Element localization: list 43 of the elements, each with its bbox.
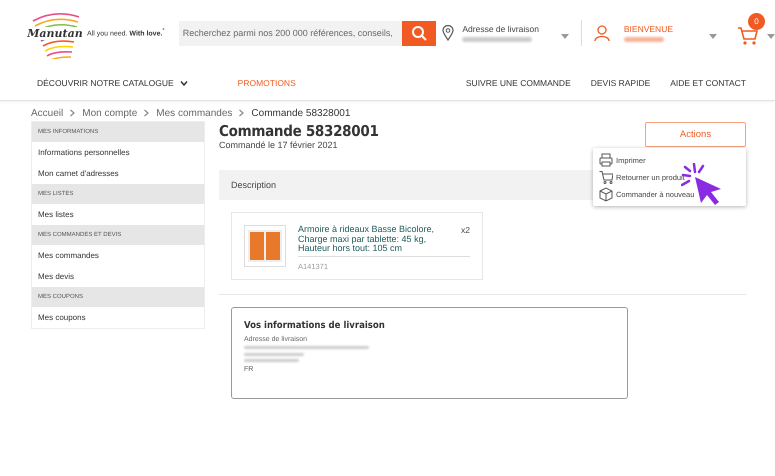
- quantity: x2: [461, 225, 470, 237]
- sidebar-item[interactable]: Mon carnet d'adresses: [32, 163, 204, 184]
- delivery-address-label[interactable]: Adresse de livraison: [462, 24, 539, 34]
- search-button[interactable]: [402, 20, 436, 46]
- nav-link[interactable]: DÉCOUVRIR NOTRE CATALOGUE: [37, 78, 188, 88]
- search-icon: [411, 25, 428, 41]
- chevron-right-icon: [144, 109, 150, 117]
- breadcrumb-link[interactable]: Mes commandes: [156, 108, 232, 118]
- caret-icon: [560, 34, 569, 38]
- breadcrumb-link[interactable]: Accueil: [31, 108, 64, 118]
- sidebar-item[interactable]: Informations personnelles: [32, 142, 204, 163]
- nav-link[interactable]: SUIVRE UNE COMMANDE: [466, 78, 571, 88]
- breadcrumb-link[interactable]: Commande 58328001: [251, 108, 350, 118]
- logo-badge[interactable]: Manutan: [29, 7, 81, 59]
- search-field[interactable]: Recherchez parmi nos 200 000 références, conseils,: [178, 20, 402, 46]
- redacted-text-bar: [244, 353, 304, 356]
- order-date: Commandé le 17 février 2021: [219, 140, 339, 150]
- nav-link[interactable]: DEVIS RAPIDE: [590, 78, 650, 88]
- chevron-down-icon: [180, 80, 188, 86]
- chevron-right-icon: [239, 109, 244, 117]
- sidebar-item[interactable]: Mes devis: [32, 266, 204, 287]
- cart-count-badge: 0: [748, 13, 765, 30]
- cabinet-drawing: [244, 225, 286, 267]
- box-icon: [599, 186, 613, 202]
- printer-icon: [599, 152, 613, 168]
- sidebar-item[interactable]: Mes listes: [32, 204, 204, 225]
- sidebar-item[interactable]: Mes coupons: [32, 307, 204, 328]
- caret-icon: [709, 34, 717, 38]
- chevron-right-icon: [70, 109, 76, 117]
- cart-icon: [737, 26, 759, 46]
- product-name[interactable]: Armoire à rideaux Basse Bicolore, Charge maxi par tablette: 45 kg, Hauteur hors tout: 105 cm: [298, 225, 438, 254]
- delivery-title: Vos informations de livraison: [244, 320, 386, 331]
- redacted-text-bar: [624, 37, 664, 42]
- sidebar-item[interactable]: Mes commandes: [32, 245, 204, 266]
- redacted-text-bar: [244, 359, 299, 362]
- cart-icon: [599, 170, 613, 184]
- order-title: Commande 58328001: [219, 122, 379, 140]
- user-icon: [594, 25, 610, 41]
- redacted-text-bar: [462, 37, 532, 42]
- breadcrumb-link[interactable]: Mon compte: [82, 108, 138, 118]
- nav-link[interactable]: AIDE ET CONTACT: [670, 78, 746, 88]
- caret-icon: [767, 34, 775, 38]
- location-pin-icon: [442, 25, 454, 41]
